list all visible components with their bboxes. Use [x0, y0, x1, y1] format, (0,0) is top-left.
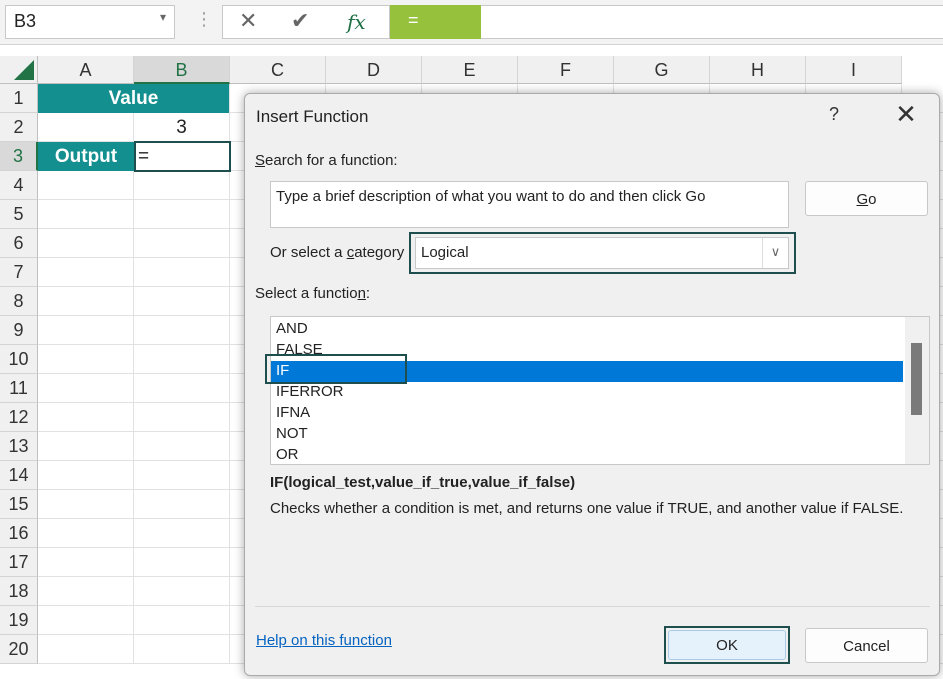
- function-label-pre: Select a functio: [255, 285, 358, 302]
- function-icon[interactable]: fx: [347, 10, 366, 34]
- row-header-18[interactable]: 18: [0, 577, 38, 606]
- cell-b2[interactable]: 3: [134, 113, 229, 142]
- function-label-accesskey: n: [357, 285, 366, 302]
- row-header-20[interactable]: 20: [0, 635, 38, 664]
- function-item-not[interactable]: NOT: [271, 424, 903, 445]
- divider: [255, 606, 930, 607]
- category-label-post: ategory: [354, 244, 405, 261]
- category-label: Or select a category: [270, 244, 404, 261]
- row-header-3[interactable]: 3: [0, 142, 38, 171]
- name-box[interactable]: B3 ▾: [5, 5, 175, 39]
- dialog-title: Insert Function: [256, 107, 369, 126]
- ok-button[interactable]: OK: [668, 630, 786, 660]
- row-header-19[interactable]: 19: [0, 606, 38, 635]
- enter-icon[interactable]: ✔: [291, 8, 309, 34]
- row-header-2[interactable]: 2: [0, 113, 38, 142]
- search-input[interactable]: Type a brief description of what you wan…: [270, 181, 789, 228]
- column-header-g[interactable]: G: [614, 56, 710, 84]
- chevron-down-icon[interactable]: ∨: [762, 238, 788, 268]
- help-icon[interactable]: ?: [829, 104, 839, 125]
- function-description: Checks whether a condition is met, and r…: [270, 500, 904, 517]
- select-all-icon: [14, 60, 34, 80]
- function-syntax: IF(logical_test,value_if_true,value_if_f…: [270, 474, 576, 491]
- name-box-value: B3: [14, 11, 37, 31]
- cancel-icon[interactable]: ✕: [239, 8, 257, 34]
- function-label-post: :: [365, 285, 371, 302]
- formula-bar: B3 ▾ ⋮ ✕ ✔ fx =: [0, 0, 943, 45]
- scrollbar-thumb[interactable]: [911, 343, 922, 415]
- help-link[interactable]: Help on this function: [256, 632, 392, 649]
- search-label: Search for a function:: [255, 152, 398, 169]
- go-button[interactable]: Go: [805, 181, 928, 216]
- formula-buttons: ✕ ✔ fx: [222, 5, 390, 39]
- column-header-b[interactable]: B: [134, 56, 230, 84]
- row-header-14[interactable]: 14: [0, 461, 38, 490]
- row-header-12[interactable]: 12: [0, 403, 38, 432]
- row-header-4[interactable]: 4: [0, 171, 38, 200]
- column-header-c[interactable]: C: [230, 56, 326, 84]
- row-header-13[interactable]: 13: [0, 432, 38, 461]
- row-header-15[interactable]: 15: [0, 490, 38, 519]
- function-list-scrollbar[interactable]: [905, 317, 929, 464]
- cancel-button[interactable]: Cancel: [805, 628, 928, 663]
- function-item-and[interactable]: AND: [271, 319, 903, 340]
- formula-input[interactable]: =: [390, 5, 481, 39]
- row-header-11[interactable]: 11: [0, 374, 38, 403]
- row-header-6[interactable]: 6: [0, 229, 38, 258]
- column-header-d[interactable]: D: [326, 56, 422, 84]
- function-item-ifna[interactable]: IFNA: [271, 403, 903, 424]
- column-header-i[interactable]: I: [806, 56, 902, 84]
- function-item-iferror[interactable]: IFERROR: [271, 382, 903, 403]
- go-accesskey: G: [856, 191, 869, 208]
- column-header-e[interactable]: E: [422, 56, 518, 84]
- row-header-7[interactable]: 7: [0, 258, 38, 287]
- column-header-f[interactable]: F: [518, 56, 614, 84]
- cell-a1-b1-merged[interactable]: Value: [38, 84, 229, 113]
- formula-value: =: [408, 10, 419, 30]
- insert-function-dialog: Insert Function ? ✕ Search for a functio…: [244, 93, 940, 676]
- column-header-h[interactable]: H: [710, 56, 806, 84]
- row-header-10[interactable]: 10: [0, 345, 38, 374]
- if-highlight-frame: [265, 354, 407, 384]
- column-header-a[interactable]: A: [38, 56, 134, 84]
- select-all-corner[interactable]: [0, 56, 38, 84]
- function-label: Select a function:: [255, 285, 370, 302]
- go-label: o: [868, 191, 877, 208]
- close-icon[interactable]: ✕: [891, 100, 921, 130]
- grip-icon: ⋮: [195, 9, 213, 29]
- cell-a3[interactable]: Output: [38, 142, 134, 171]
- category-select[interactable]: Logical ∨: [415, 237, 789, 269]
- search-label-accesskey: S: [255, 152, 266, 169]
- row-header-17[interactable]: 17: [0, 548, 38, 577]
- row-header-16[interactable]: 16: [0, 519, 38, 548]
- row-header-9[interactable]: 9: [0, 316, 38, 345]
- function-list[interactable]: AND FALSE IF IFERROR IFNA NOT OR: [270, 316, 930, 465]
- search-label-post: earch for a function:: [265, 152, 398, 169]
- cell-b3[interactable]: =: [134, 141, 231, 172]
- category-value: Logical: [421, 244, 469, 261]
- row-header-8[interactable]: 8: [0, 287, 38, 316]
- chevron-down-icon[interactable]: ▾: [160, 10, 166, 24]
- category-label-pre: Or select a: [270, 244, 347, 261]
- formula-input-area[interactable]: [481, 5, 943, 39]
- function-item-or[interactable]: OR: [271, 445, 903, 464]
- row-header-1[interactable]: 1: [0, 84, 38, 113]
- row-header-5[interactable]: 5: [0, 200, 38, 229]
